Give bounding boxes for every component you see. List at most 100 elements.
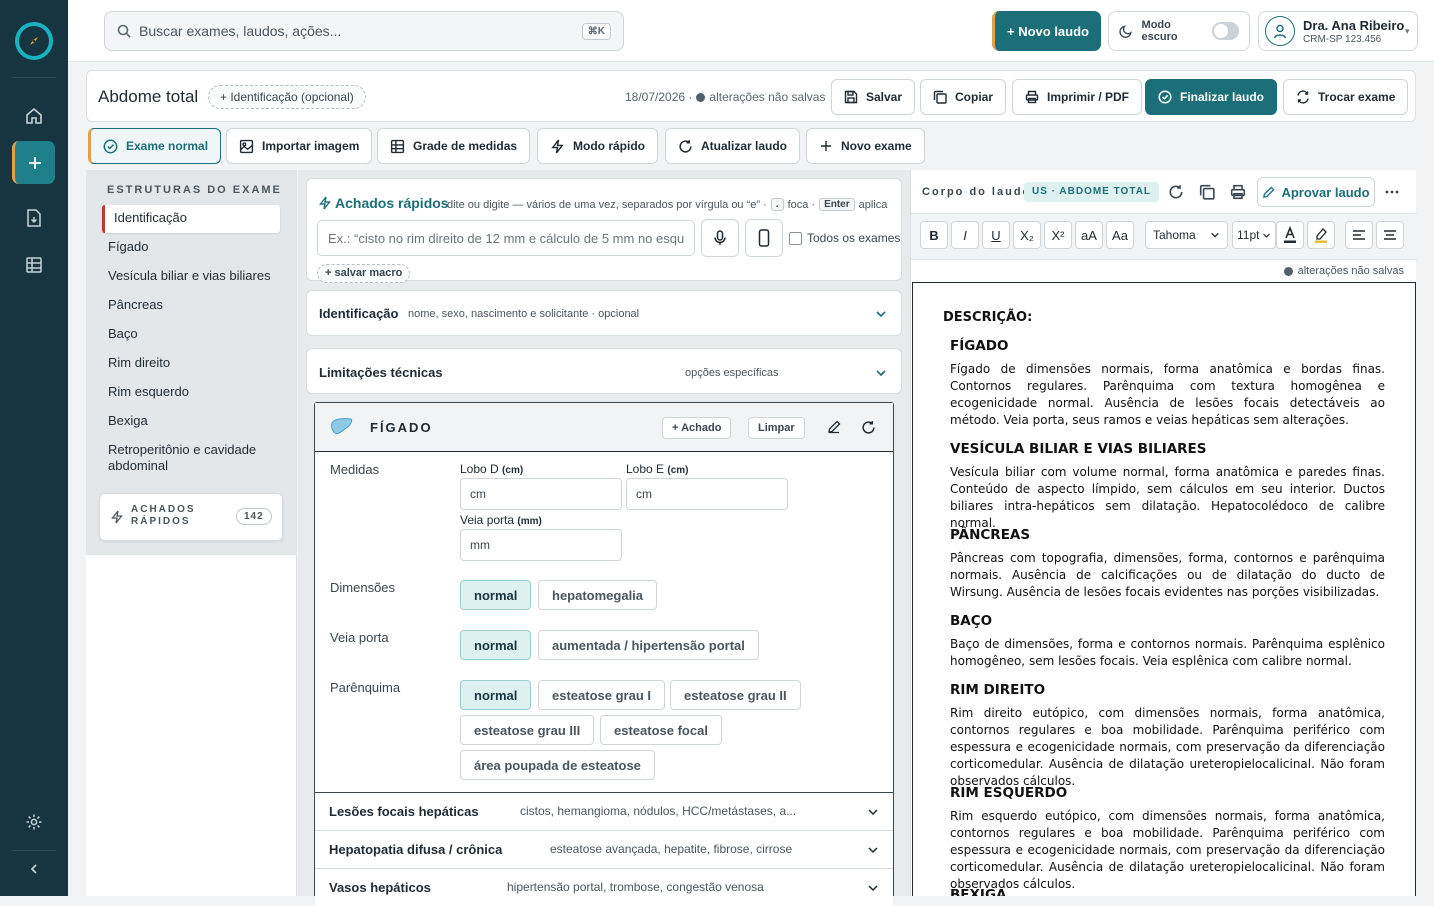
plus-icon [821, 141, 831, 151]
copy-button[interactable]: Copiar [920, 79, 1007, 115]
report-section-baco: BAÇO Baço de dimensões, forma e contorno… [950, 613, 1385, 670]
table-icon[interactable] [22, 253, 46, 277]
lobe-left-text: Lobo E [626, 462, 665, 476]
approve-report-button[interactable]: Aprovar laudo [1257, 177, 1375, 207]
sidebar-item-rim-esquerdo[interactable]: Rim esquerdo [108, 384, 189, 399]
settings-gear-icon[interactable] [22, 810, 46, 834]
subsection-chronic-liver[interactable]: Hepatopatia difusa / crônica esteatose a… [315, 830, 893, 868]
measures-grid-button[interactable]: Grade de medidas [377, 128, 531, 164]
font-family-select[interactable]: Tahoma [1145, 221, 1228, 249]
sidebar-item-vesicula[interactable]: Vesícula biliar e vias biliares [108, 268, 271, 283]
superscript-button[interactable]: X² [1044, 221, 1072, 249]
report-document[interactable]: DESCRIÇÃO: FÍGADO Fígado de dimensões no… [912, 282, 1416, 896]
subsection-focal-lesions[interactable]: Lesões focais hepáticas cistos, hemangio… [315, 792, 893, 830]
switch-exam-button[interactable]: Trocar exame [1283, 79, 1409, 115]
home-icon[interactable] [22, 104, 46, 128]
search-input[interactable] [139, 23, 582, 39]
sidebar-item-pancreas[interactable]: Pâncreas [108, 297, 163, 312]
import-image-button[interactable]: Importar imagem [226, 128, 373, 164]
clear-button[interactable]: Limpar [748, 417, 805, 439]
option-parenchyma-normal[interactable]: normal [460, 680, 532, 710]
global-search[interactable]: ⌘K [104, 11, 624, 51]
subsection-hepatic-vessels[interactable]: Vasos hepáticos hipertensão portal, trom… [315, 868, 893, 906]
text-color-icon[interactable] [1276, 221, 1304, 249]
chevron-down-icon[interactable] [867, 844, 879, 856]
chevron-down-icon [1211, 232, 1219, 238]
lobe-right-input[interactable] [460, 478, 622, 510]
option-portal-normal[interactable]: normal [460, 630, 532, 660]
editor-title: Corpo do laudo [922, 186, 1032, 198]
option-dimensions-normal[interactable]: normal [460, 580, 532, 610]
new-report-button[interactable]: + Novo laudo [992, 11, 1101, 51]
font-size-select[interactable]: 11pt [1232, 221, 1276, 249]
option-portal-hypertension[interactable]: aumentada / hipertensão portal [538, 630, 759, 660]
edit-pencil-icon[interactable] [827, 420, 841, 434]
dark-mode-toggle[interactable]: Modo escuro [1108, 11, 1250, 51]
printer-icon[interactable] [1230, 184, 1246, 200]
option-steatosis-3[interactable]: esteatose grau III [460, 715, 595, 745]
print-button[interactable]: Imprimir / PDF [1012, 79, 1143, 115]
microphone-icon[interactable] [701, 219, 739, 257]
refresh-icon [679, 139, 692, 153]
copy-icon[interactable] [1199, 184, 1215, 200]
align-center-icon[interactable] [1376, 221, 1404, 249]
accordion-limitacoes[interactable]: Limitações técnicas opções específicas [306, 348, 902, 394]
portal-vein-input[interactable] [460, 529, 622, 561]
change-case-button[interactable]: Aa [1106, 221, 1134, 249]
document-download-icon[interactable] [22, 206, 46, 230]
uppercase-button[interactable]: aA [1075, 221, 1103, 249]
user-menu[interactable]: Dra. Ana Ribeiro CRM-SP 123.456 [1258, 11, 1418, 51]
compass-logo-icon[interactable] [15, 22, 53, 60]
normal-exam-button[interactable]: Exame normal [88, 128, 222, 164]
refresh-icon[interactable] [861, 420, 876, 435]
sidebar-item-bexiga[interactable]: Bexiga [108, 413, 148, 428]
sidebar-item-retroperitonio[interactable]: Retroperitônio e cavidade abdominal [108, 442, 278, 474]
add-finding-button[interactable]: + Achado [662, 417, 732, 439]
save-button[interactable]: Salvar [831, 79, 916, 115]
dark-mode-switch[interactable] [1211, 22, 1239, 40]
align-left-icon[interactable] [1345, 221, 1373, 249]
quick-findings-title: Achados rápidos [335, 195, 449, 211]
accordion-identificacao[interactable]: Identificação nome, sexo, nascimento e s… [306, 290, 902, 336]
option-steatosis-focal[interactable]: esteatose focal [600, 715, 722, 745]
option-hepatomegaly[interactable]: hepatomegalia [538, 580, 658, 610]
lobe-left-input[interactable] [626, 478, 788, 510]
save-macro-button[interactable]: + salvar macro [317, 264, 411, 283]
new-exam-button[interactable]: Novo exame [806, 128, 925, 164]
new-report-rail-button[interactable] [12, 141, 55, 184]
user-menu-caret-icon[interactable]: ▾ [1405, 26, 1410, 37]
chevron-down-icon[interactable] [875, 308, 887, 320]
all-exams-checkbox[interactable]: Todos os exames [789, 231, 900, 245]
mobile-device-icon[interactable] [745, 219, 783, 257]
finalize-report-button[interactable]: Finalizar laudo [1145, 79, 1278, 115]
highlight-icon[interactable] [1307, 221, 1335, 249]
sidebar-item-identificacao[interactable]: Identificação [102, 205, 280, 233]
identification-pill[interactable]: + Identificação (opcional) [208, 85, 366, 109]
chevron-down-icon[interactable] [867, 882, 879, 894]
collapse-chevron-left-icon[interactable] [22, 857, 46, 881]
more-options-icon[interactable] [1384, 184, 1400, 200]
sidebar-item-baco[interactable]: Baço [108, 326, 138, 341]
option-steatosis-2[interactable]: esteatose grau II [670, 680, 801, 710]
refresh-icon[interactable] [1168, 184, 1184, 200]
bold-button[interactable]: B [920, 221, 948, 249]
chevron-down-icon[interactable] [875, 367, 887, 379]
sidebar-item-rim-direito[interactable]: Rim direito [108, 355, 170, 370]
checkbox-box[interactable] [789, 231, 802, 245]
quick-findings-input[interactable] [317, 220, 695, 256]
unit-cm: (cm) [667, 465, 689, 476]
option-steatosis-1[interactable]: esteatose grau I [538, 680, 665, 710]
sidebar-item-figado[interactable]: Fígado [108, 239, 148, 254]
option-spared-area[interactable]: área poupada de esteatose [460, 750, 655, 780]
update-report-button[interactable]: Atualizar laudo [665, 128, 801, 164]
underline-button[interactable]: U [982, 221, 1010, 249]
quick-findings-card[interactable]: ACHADOS RÁPIDOS 142 [99, 493, 283, 541]
subsection-subtitle: cistos, hemangioma, nódulos, HCC/metásta… [520, 804, 797, 818]
subscript-button[interactable]: X₂ [1013, 221, 1041, 249]
chevron-down-icon[interactable] [867, 806, 879, 818]
report-editor-panel: Corpo do laudo US · ABDOME TOTAL Aprovar… [910, 170, 1417, 896]
dark-mode-label: Modo escuro [1141, 19, 1178, 43]
quick-mode-button[interactable]: Modo rápido [537, 128, 658, 164]
italic-button[interactable]: I [951, 221, 979, 249]
editor-header: Corpo do laudo US · ABDOME TOTAL Aprovar… [911, 170, 1417, 214]
